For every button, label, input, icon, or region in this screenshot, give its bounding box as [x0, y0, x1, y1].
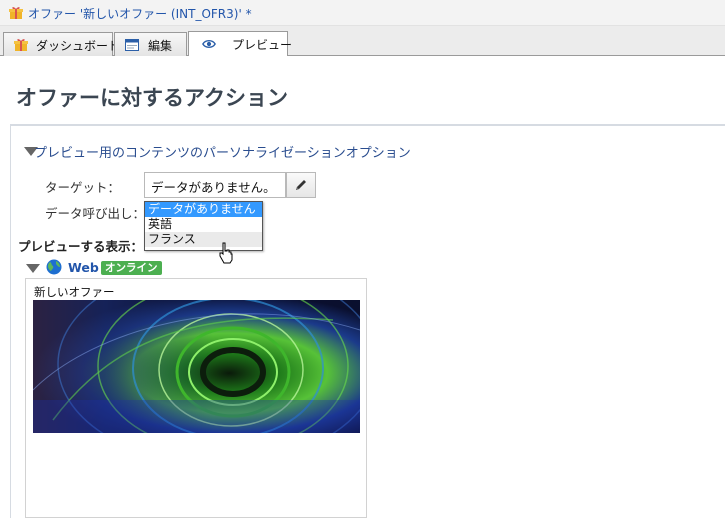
offer-image [33, 300, 360, 433]
tab-dashboard[interactable]: ダッシュボード [3, 32, 120, 56]
card-title: 新しいオファー [34, 285, 115, 299]
main-content: オファーに対するアクション プレビュー用のコンテンツのパーソナライゼーションオプ… [0, 56, 725, 518]
edit-target-button[interactable] [286, 172, 316, 198]
tab-edit-label: 編集 [148, 39, 173, 53]
target-input[interactable]: データがありません。 [144, 172, 286, 198]
gift-icon [9, 7, 23, 19]
preview-display-label: プレビューする表示： [18, 239, 144, 254]
window-title: オファー '新しいオファー (INT_OFR3)' * [28, 7, 252, 21]
tab-edit[interactable]: 編集 [114, 32, 187, 56]
preview-card: 新しいオファー [25, 278, 367, 518]
gift-icon [14, 39, 28, 51]
tab-preview-label: プレビュー [232, 38, 293, 52]
globe-icon [46, 259, 62, 275]
page-title: オファーに対するアクション [16, 86, 288, 110]
dropdown-option-french[interactable]: フランス [145, 232, 262, 247]
online-status-badge: オンライン [101, 261, 162, 275]
tab-bar: ダッシュボード 編集 プレビュー [0, 26, 725, 57]
target-label: ターゲット： [45, 180, 121, 195]
tab-preview[interactable]: プレビュー [188, 31, 292, 57]
web-channel-label[interactable]: Web [68, 260, 99, 275]
data-call-dropdown-list[interactable]: データがありません 英語 フランス [144, 201, 263, 251]
dropdown-option-no-data[interactable]: データがありません [145, 202, 262, 217]
window-titlebar: オファー '新しいオファー (INT_OFR3)' * [0, 0, 725, 26]
pencil-icon [296, 180, 306, 190]
form-icon [125, 39, 139, 51]
data-call-label: データ呼び出し： [45, 206, 146, 221]
dropdown-option-english[interactable]: 英語 [145, 217, 262, 232]
collapse-triangle-icon[interactable] [26, 264, 40, 273]
mouse-cursor-icon [219, 242, 233, 264]
tab-dashboard-label: ダッシュボード [36, 39, 121, 53]
section-header[interactable]: プレビュー用のコンテンツのパーソナライゼーションオプション [34, 142, 411, 161]
eye-icon [202, 40, 216, 48]
